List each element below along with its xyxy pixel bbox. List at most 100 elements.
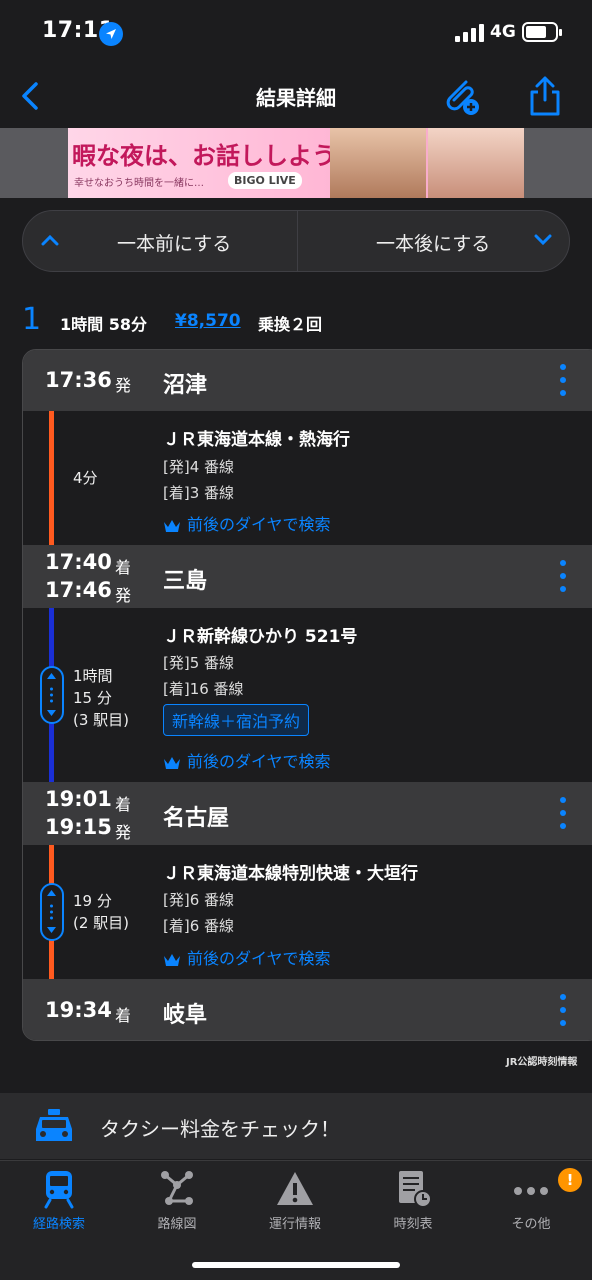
stop-count: (2 駅目): [73, 914, 130, 932]
taxi-icon: [36, 1109, 72, 1141]
arrival-time: 19:01: [45, 787, 112, 811]
route-segment: 19 分 (2 駅目) ＪＲ東海道本線特別快速・大垣行 [発]6 番線 [着]6…: [23, 845, 592, 979]
jr-timetable-credit: JR公認時刻情報: [506, 1057, 578, 1068]
earlier-train-label: 一本前にする: [117, 233, 232, 255]
arrival-platform: [着]16 番線: [163, 680, 244, 698]
crown-icon: [164, 953, 180, 966]
transfer-count: 乗換２回: [258, 315, 323, 334]
search-adjacent-trains-link[interactable]: 前後のダイヤで検索: [163, 511, 331, 535]
time-suffix: 着: [115, 795, 132, 814]
search-link-label: 前後のダイヤで検索: [187, 949, 331, 968]
duration-minutes: 19 分: [73, 892, 112, 910]
taxi-fare-label: タクシー料金をチェック！: [100, 1117, 340, 1141]
fare-link[interactable]: ¥8,570: [175, 311, 241, 331]
station-row[interactable]: 19:01 着 19:15 発 名古屋: [23, 782, 592, 845]
tab-label: 運行情報: [268, 1217, 321, 1232]
time-suffix: 発: [115, 586, 132, 605]
tab-route-map[interactable]: 路線図: [118, 1161, 236, 1232]
ad-photo: [330, 128, 426, 198]
ad-headline: 暇な夜は、お話ししよう？: [72, 142, 360, 170]
time-suffix: 着: [115, 558, 132, 577]
ad-subtext: 幸せなおうち時間を一緒に…: [74, 178, 204, 189]
search-adjacent-trains-link[interactable]: 前後のダイヤで検索: [163, 748, 331, 772]
tab-label: 時刻表: [393, 1217, 433, 1232]
crown-icon: [164, 756, 180, 769]
station-name: 岐阜: [163, 1003, 208, 1028]
signal-icon: [455, 24, 484, 42]
arrival-platform: [着]6 番線: [163, 917, 235, 935]
tab-label: その他: [511, 1217, 551, 1232]
train-name: ＪＲ新幹線ひかり 521号: [163, 627, 358, 647]
crown-icon: [164, 519, 180, 532]
more-options-icon[interactable]: [553, 994, 573, 1028]
station-name: 名古屋: [163, 806, 230, 831]
station-row[interactable]: 17:36 発 沼津: [23, 350, 592, 411]
more-options-icon[interactable]: [553, 797, 573, 831]
route-segment: 1時間 15 分 (3 駅目) ＪＲ新幹線ひかり 521号 [発]5 番線 [着…: [23, 608, 592, 782]
notification-badge: !: [558, 1168, 582, 1192]
search-adjacent-trains-link[interactable]: 前後のダイヤで検索: [163, 945, 331, 969]
more-dots-icon: [514, 1187, 548, 1195]
chevron-up-icon: [41, 234, 59, 246]
share-button[interactable]: [526, 74, 564, 118]
tab-route-search[interactable]: 経路検索: [0, 1161, 118, 1232]
location-arrow-icon: [99, 22, 123, 46]
arrival-time: 19:34: [45, 998, 112, 1022]
prev-next-control: 一本前にする 一本後にする: [22, 210, 570, 272]
expand-stops-button[interactable]: [40, 883, 64, 941]
route-segment: 4分 ＪＲ東海道本線・熱海行 [発]4 番線 [着]3 番線 前後のダイヤで検索: [23, 411, 592, 545]
time-suffix: 着: [115, 1006, 132, 1025]
nav-bar: 結果詳細: [0, 66, 592, 128]
page-title: 結果詳細: [256, 86, 336, 110]
arrival-platform: [着]3 番線: [163, 484, 235, 502]
attach-memo-button[interactable]: [440, 74, 482, 118]
departure-time: 19:15: [45, 815, 112, 839]
chevron-down-icon: [534, 234, 552, 246]
time-suffix: 発: [115, 823, 132, 842]
station-name: 沼津: [163, 373, 208, 398]
stop-count: (3 駅目): [73, 711, 130, 729]
departure-time: 17:46: [45, 578, 112, 602]
duration-minutes: 15 分: [73, 689, 112, 707]
tab-timetable[interactable]: 時刻表: [354, 1161, 472, 1232]
train-name: ＪＲ東海道本線・熱海行: [163, 430, 350, 450]
segment-duration: 4分: [73, 469, 98, 487]
time-suffix: 発: [115, 376, 132, 395]
status-bar: 17:11 4G: [0, 0, 592, 66]
train-name: ＪＲ東海道本線特別快速・大垣行: [163, 864, 418, 884]
station-row[interactable]: 19:34 着 岐阜: [23, 979, 592, 1040]
station-name: 三島: [163, 569, 208, 594]
more-options-icon[interactable]: [553, 560, 573, 594]
ad-logo: BIGO LIVE: [228, 172, 302, 189]
segment-duration: 1時間 15 分 (3 駅目): [73, 665, 129, 731]
route-detail-card: 17:36 発 沼津 4分 ＪＲ東海道本線・熱海行 [発]4 番線 [着]3 番…: [22, 349, 592, 1041]
arrival-time: 17:40: [45, 550, 112, 574]
segment-duration: 19 分 (2 駅目): [73, 890, 129, 934]
warning-icon: [277, 1172, 313, 1205]
tab-label: 路線図: [157, 1217, 197, 1232]
tab-label: 経路検索: [32, 1217, 85, 1232]
total-duration: 1時間 58分: [60, 315, 147, 334]
station-row[interactable]: 17:40 着 17:46 発 三島: [23, 545, 592, 608]
departure-platform: [発]6 番線: [163, 891, 235, 909]
line-color-bar: [49, 411, 54, 545]
ad-banner[interactable]: 暇な夜は、お話ししよう？ 幸せなおうち時間を一緒に… BIGO LIVE: [68, 128, 524, 198]
tab-service-info[interactable]: 運行情報: [236, 1161, 354, 1232]
battery-icon: [522, 22, 562, 42]
shinkansen-hotel-booking-button[interactable]: 新幹線＋宿泊予約: [163, 704, 310, 736]
home-indicator: [192, 1262, 400, 1268]
timetable-icon: [399, 1171, 432, 1208]
later-train-label: 一本後にする: [376, 233, 491, 255]
later-train-button[interactable]: 一本後にする: [297, 211, 571, 271]
train-icon: [44, 1171, 74, 1209]
ad-photo: [428, 128, 524, 198]
earlier-train-button[interactable]: 一本前にする: [23, 211, 297, 271]
departure-platform: [発]5 番線: [163, 654, 235, 672]
departure-platform: [発]4 番線: [163, 458, 235, 476]
search-link-label: 前後のダイヤで検索: [187, 752, 331, 771]
more-options-icon[interactable]: [553, 364, 573, 398]
duration-hours: 1時間: [73, 667, 113, 685]
expand-stops-button[interactable]: [40, 666, 64, 724]
taxi-fare-check-row[interactable]: タクシー料金をチェック！: [0, 1093, 592, 1159]
departure-time: 17:36: [45, 368, 112, 392]
